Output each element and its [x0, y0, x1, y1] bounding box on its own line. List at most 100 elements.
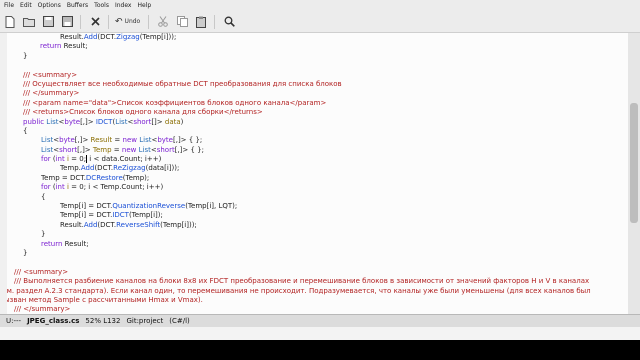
code-token: (Temp); [122, 173, 150, 182]
code-line[interactable]: /// Осуществляет все необходимые обратны… [0, 80, 628, 89]
menu-help[interactable]: Help [137, 2, 151, 9]
modeline-mode[interactable]: (C#/l) [169, 317, 190, 325]
menu-tools[interactable]: Tools [94, 2, 109, 9]
code-line[interactable]: /// <summary> [0, 71, 628, 80]
code-token: Temp[i] = DCT. [60, 211, 113, 220]
open-folder-icon[interactable] [21, 14, 37, 30]
copy-icon[interactable] [174, 14, 190, 30]
code-line[interactable]: /// Выполняется разбиение каналов на бло… [0, 277, 628, 286]
toolbar-separator [80, 14, 81, 29]
code-line[interactable]: public List<byte[,]> IDCT(List<short[]> … [0, 118, 628, 127]
code-line[interactable]: Temp[i] = DCT.IDCT(Temp[i]); [0, 211, 628, 220]
search-icon[interactable] [221, 14, 237, 30]
code-line[interactable]: return Result; [0, 42, 628, 51]
toolbar-separator [108, 14, 109, 29]
code-token: List [41, 136, 54, 145]
code-line[interactable]: /// <param name="data">Список коэффициен… [0, 99, 628, 108]
code-line[interactable]: /// </summary> [0, 305, 628, 314]
code-line[interactable]: for (int i = 0; i < Temp.Count; i++) [0, 183, 628, 192]
code-token: i < data.Count; i++) [87, 155, 162, 164]
menu-edit[interactable]: Edit [20, 2, 32, 9]
close-buffer-icon[interactable] [87, 14, 103, 30]
code-line[interactable]: } [0, 52, 628, 61]
code-token: [,]> [77, 145, 93, 154]
code-token: List [41, 145, 54, 154]
code-token: (Temp[i], LQT); [185, 202, 238, 211]
code-token: (DCT. [94, 164, 114, 173]
code-token: Result. [60, 220, 84, 229]
undo-button[interactable]: ↶ Undo [115, 17, 140, 27]
code-line[interactable]: (см. раздел A.2.3 стандарта). Если канал… [0, 287, 628, 296]
code-token: ) [180, 117, 184, 126]
code-line[interactable]: Result.Add(DCT.ReverseShift(Temp[i])); [0, 221, 628, 230]
code-line[interactable]: Result.Add(DCT.Zigzag(Temp[i])); [0, 33, 628, 42]
code-line[interactable]: /// <summary> [0, 268, 628, 277]
code-line[interactable]: Temp.Add(DCT.ReZigzag(data[i])); [0, 164, 628, 173]
toolbar-separator [214, 14, 216, 29]
code-token: Result; [62, 239, 89, 248]
menu-options[interactable]: Options [38, 2, 61, 9]
menu-index[interactable]: Index [115, 2, 132, 9]
mode-line: U:--- JPEG_class.cs 52% L132 Git:project… [0, 314, 640, 327]
code-line[interactable]: /// </summary> [0, 89, 628, 98]
code-token: /// <summary> [23, 70, 78, 79]
code-token: { [41, 192, 46, 201]
menu-buffers[interactable]: Buffers [67, 2, 88, 9]
code-line[interactable]: { [0, 127, 628, 136]
code-line[interactable]: Temp[i] = DCT.QuantizationReverse(Temp[i… [0, 202, 628, 211]
modeline-vc[interactable]: Git:project [126, 317, 163, 325]
scrollbar-thumb[interactable] [630, 103, 638, 223]
code-token: List [139, 136, 152, 145]
code-token: Add [83, 220, 98, 229]
code-token: IDCT [95, 117, 113, 126]
code-token: вызван метод Sample с рассчитанными Hmax… [0, 295, 203, 304]
menu-file[interactable]: File [4, 2, 14, 9]
undo-label: Undo [124, 18, 141, 25]
code-token: []> [151, 117, 165, 126]
code-token: return [41, 239, 63, 248]
left-fringe [0, 33, 7, 314]
code-token: /// <summary> [14, 267, 69, 276]
code-line[interactable]: } [0, 230, 628, 239]
code-line[interactable]: return Result; [0, 240, 628, 249]
code-token: } [41, 230, 46, 239]
code-line[interactable]: Temp = DCT.DCRestore(Temp); [0, 174, 628, 183]
code-token: byte [59, 136, 75, 145]
save-icon[interactable] [40, 14, 56, 30]
code-token: new [121, 145, 137, 154]
code-token: short [133, 117, 152, 126]
code-line[interactable]: for (int i = 0; i < data.Count; i++) [0, 155, 628, 164]
code-token: Add [83, 33, 98, 41]
code-line[interactable] [0, 258, 628, 267]
code-token: /// Выполняется разбиение каналов на бло… [14, 277, 590, 286]
undo-icon: ↶ [115, 16, 123, 27]
code-line[interactable]: /// <returns>Список блоков одного канала… [0, 108, 628, 117]
new-file-icon[interactable] [2, 14, 18, 30]
code-token: List [138, 145, 151, 154]
paste-icon[interactable] [193, 14, 209, 30]
code-token: Temp. [60, 164, 81, 173]
code-line[interactable]: { [0, 193, 628, 202]
code-editor[interactable]: Result.Add(DCT.Zigzag(Temp[i])); return R… [0, 33, 628, 314]
cut-icon[interactable] [155, 14, 171, 30]
code-token: IDCT [112, 211, 129, 220]
code-line[interactable]: List<byte[,]> Result = new List<byte[,]>… [0, 136, 628, 145]
code-line[interactable]: } [0, 249, 628, 258]
code-token: public [23, 117, 45, 126]
code-token: [,]> { }; [174, 145, 204, 154]
code-line[interactable]: вызван метод Sample с рассчитанными Hmax… [0, 296, 628, 305]
code-token: /// <returns>Список блоков одного канала… [23, 108, 263, 117]
code-token: for [41, 155, 51, 164]
toolbar: ↶ Undo [0, 11, 640, 33]
code-token: for [41, 183, 51, 192]
code-token: byte [64, 117, 81, 126]
code-line[interactable]: List<short[,]> Temp = new List<short[,]>… [0, 146, 628, 155]
modeline-buffer-name[interactable]: JPEG_class.cs [27, 317, 79, 325]
code-token: } [23, 51, 28, 60]
save-as-icon[interactable] [59, 14, 75, 30]
code-token: int [55, 183, 65, 192]
minibuffer[interactable] [0, 327, 640, 340]
code-token: ReZigzag [113, 164, 146, 173]
vertical-scrollbar[interactable] [628, 33, 640, 314]
code-line[interactable] [0, 61, 628, 70]
